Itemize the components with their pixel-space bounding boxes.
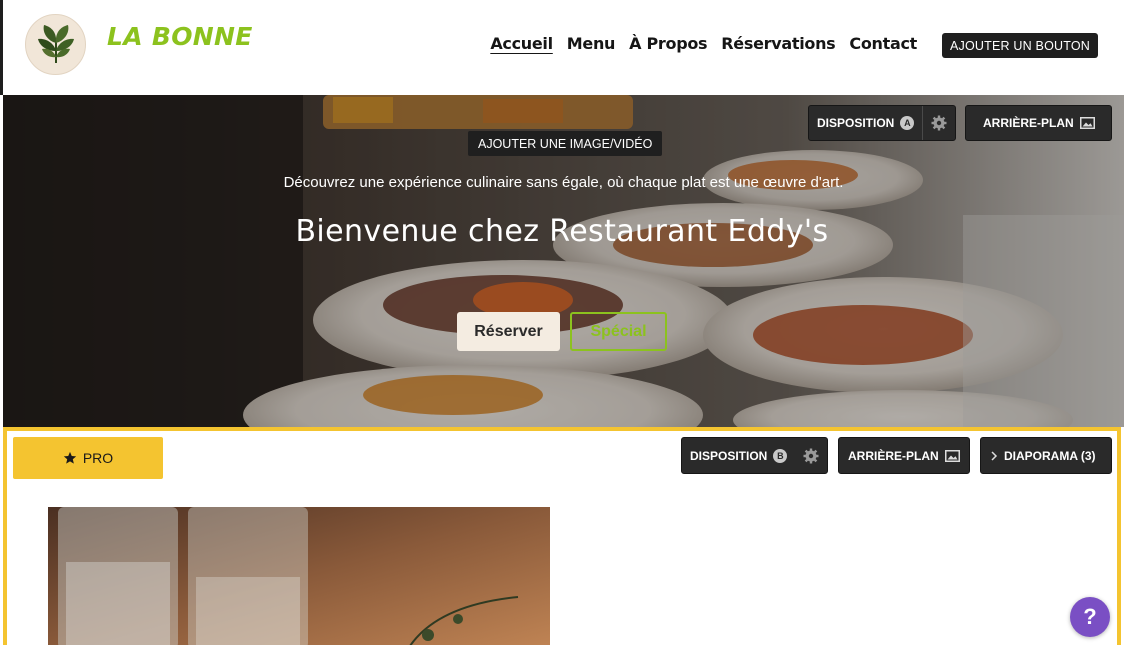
image-icon	[1079, 117, 1095, 129]
background-text: ARRIÈRE-PLAN	[983, 116, 1074, 130]
gear-icon[interactable]	[923, 106, 955, 140]
site-header: LA BONNE Accueil Menu À Propos Réservati…	[0, 0, 1127, 95]
leaf-icon	[38, 25, 74, 63]
slideshow-label: DIAPORAMA (3)	[981, 438, 1105, 473]
pro-label: PRO	[82, 450, 114, 466]
add-button-button[interactable]: AJOUTER UN BOUTON	[942, 33, 1098, 58]
nav-item-menu[interactable]: Menu	[567, 34, 616, 53]
disposition-badge: A	[900, 116, 915, 130]
star-icon	[63, 451, 77, 464]
nav-item-reservations[interactable]: Réservations	[721, 34, 835, 53]
reserve-button[interactable]: Réserver	[457, 312, 560, 351]
section-disposition-button[interactable]: DISPOSITION B	[681, 437, 828, 474]
slideshow-button[interactable]: DIAPORAMA (3)	[980, 437, 1112, 474]
section-background-button[interactable]: ARRIÈRE-PLAN	[838, 437, 970, 474]
pro-section: PRO DISPOSITION B ARRIÈRE-PLAN DIAPORAMA…	[3, 427, 1121, 645]
pro-button[interactable]: PRO	[13, 437, 163, 479]
disposition-text: DISPOSITION	[817, 116, 895, 130]
main-nav: Accueil Menu À Propos Réservations Conta…	[490, 34, 917, 53]
hero-background-button[interactable]: ARRIÈRE-PLAN	[965, 105, 1112, 141]
help-button[interactable]: ?	[1070, 597, 1110, 637]
slideshow-text: DIAPORAMA (3)	[1004, 448, 1096, 463]
background-label: ARRIÈRE-PLAN	[966, 106, 1104, 140]
logo[interactable]	[25, 14, 86, 75]
hero-disposition-button[interactable]: DISPOSITION A	[808, 105, 957, 141]
nav-item-accueil[interactable]: Accueil	[490, 34, 553, 53]
nav-item-contact[interactable]: Contact	[849, 34, 917, 53]
background-label: ARRIÈRE-PLAN	[839, 438, 969, 473]
chevron-right-icon	[991, 450, 998, 461]
hero-section: DISPOSITION A ARRIÈRE-PLAN AJOUTER UNE I…	[3, 95, 1124, 427]
gear-icon[interactable]	[795, 438, 827, 473]
section-image	[48, 507, 550, 645]
hero-tagline: Découvrez une expérience culinaire sans …	[283, 174, 844, 191]
background-text: ARRIÈRE-PLAN	[848, 448, 939, 463]
disposition-text: DISPOSITION	[690, 448, 768, 463]
disposition-badge: B	[773, 448, 788, 463]
disposition-label: DISPOSITION B	[682, 438, 795, 473]
nav-item-a-propos[interactable]: À Propos	[629, 34, 707, 53]
add-image-video-button[interactable]: AJOUTER UNE IMAGE/VIDÉO	[468, 131, 663, 156]
image-icon	[944, 449, 960, 462]
glasses-photo	[48, 507, 550, 645]
special-button[interactable]: Spécial	[570, 312, 667, 351]
brand-name[interactable]: LA BONNE	[107, 22, 253, 51]
disposition-label: DISPOSITION A	[809, 106, 922, 140]
hero-title: Bienvenue chez Restaurant Eddy's	[295, 214, 829, 249]
